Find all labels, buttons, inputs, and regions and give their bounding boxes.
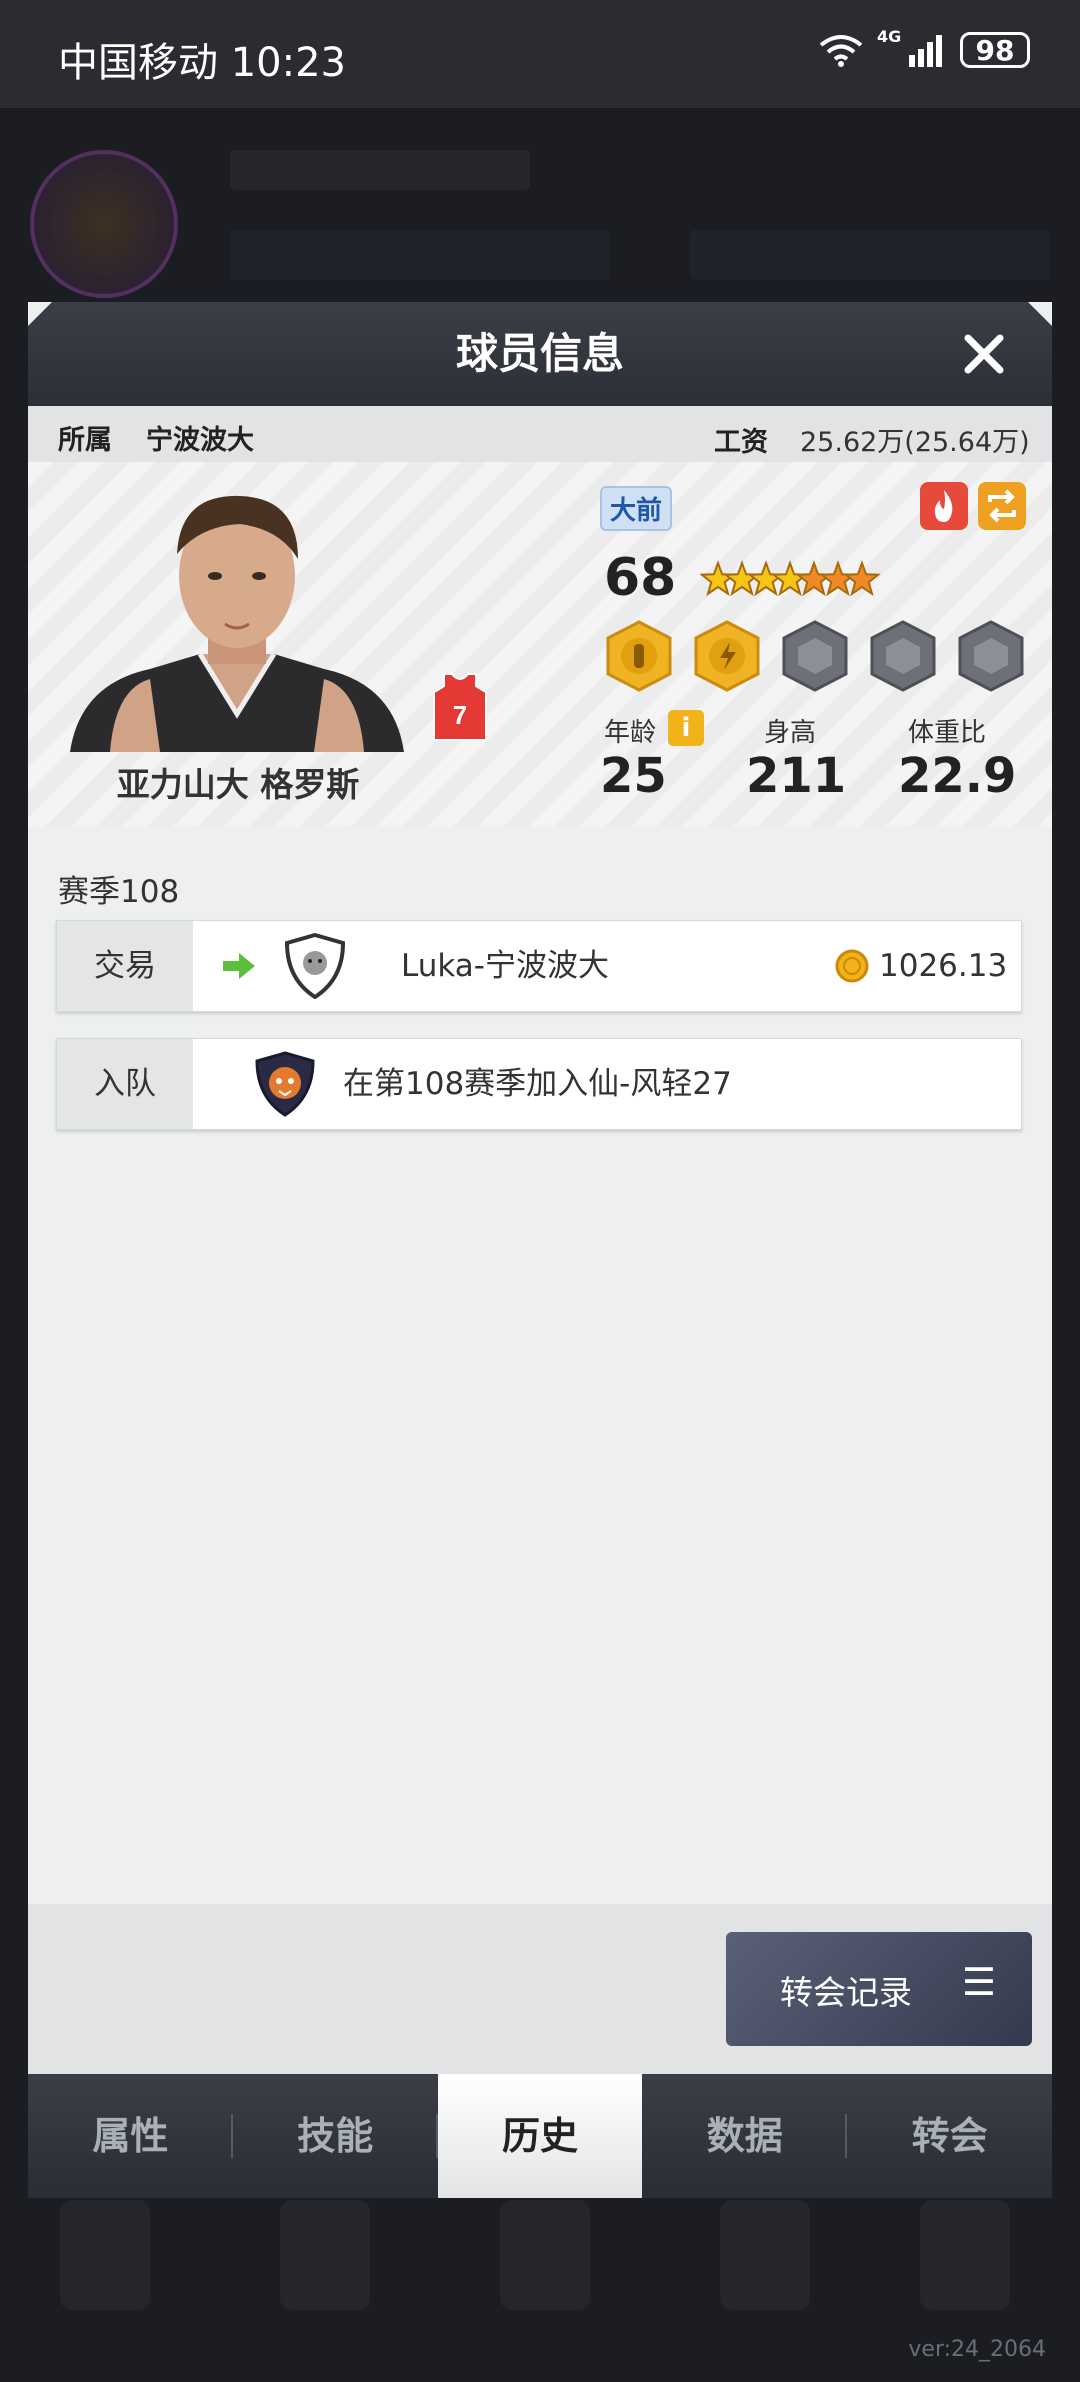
transfer-amount: 1026.13万	[879, 948, 1008, 1074]
close-button[interactable]	[958, 328, 1010, 380]
affiliation-label: 所属	[58, 425, 112, 456]
history-row: 入队 在第108赛季加入仙-风轻27	[56, 1038, 1022, 1130]
version-label: ver:24_2064	[908, 2337, 1046, 2362]
network-type: 4G	[877, 27, 902, 46]
locked-badge-icon	[958, 620, 1024, 692]
history-text: 在第108赛季加入仙-风轻27	[343, 1066, 732, 1102]
weight-ratio-label: 体重比	[908, 718, 987, 748]
arrow-right-icon	[223, 953, 255, 979]
team-logo	[30, 150, 178, 298]
player-portrait	[70, 495, 404, 752]
tab-history[interactable]: 历史	[437, 2074, 643, 2198]
nav-placeholder-2	[280, 2200, 370, 2310]
season-label: 赛季108	[58, 874, 180, 910]
battery-indicator: 98	[960, 32, 1030, 68]
weight-ratio-value: 22.9	[898, 748, 1017, 804]
skill-badges	[604, 620, 1026, 692]
status-icons: 4G 98	[819, 27, 1030, 68]
history-type: 入队	[57, 1039, 193, 1129]
salary-value: 25.62万(25.64万)	[800, 427, 1030, 458]
team-name-placeholder	[230, 150, 530, 190]
tab-transfer[interactable]: 转会	[847, 2074, 1052, 2198]
wifi-icon	[819, 35, 863, 67]
team-tiger-logo-icon	[255, 1051, 315, 1117]
jersey-icon: 7	[433, 673, 487, 741]
menu-icon: ☰	[961, 1960, 996, 2004]
gem-balance-bar	[690, 230, 1050, 280]
background-bottom-nav	[0, 2190, 1080, 2340]
tab-attributes[interactable]: 属性	[28, 2074, 233, 2198]
star-rating	[700, 560, 881, 597]
tab-bar: 属性 技能 历史 数据 转会	[28, 2074, 1052, 2198]
info-icon[interactable]: i	[668, 710, 704, 746]
player-card: 亚力山大 格罗斯 7 大前 68 年龄 i 身高 体重比 25 211 22.9	[28, 462, 1052, 827]
position-badge: 大前	[600, 486, 673, 531]
tab-skills[interactable]: 技能	[233, 2074, 438, 2198]
locked-badge-icon	[870, 620, 936, 692]
locked-badge-icon	[782, 620, 848, 692]
tab-data[interactable]: 数据	[642, 2074, 847, 2198]
signal-icon: 4G	[877, 27, 942, 67]
history-type: 交易	[57, 921, 193, 1011]
close-icon	[964, 334, 1004, 374]
transfer-record-label: 转会记录	[780, 1973, 912, 2012]
nav-placeholder-5	[920, 2200, 1010, 2310]
height-label: 身高	[764, 718, 817, 748]
overall-rating: 68	[604, 548, 677, 608]
team-shield-icon	[284, 933, 346, 999]
jersey-number: 7	[453, 700, 467, 730]
nav-placeholder-3	[500, 2200, 590, 2310]
status-carrier-time: 中国移动 10:23	[58, 40, 346, 86]
lightning-badge-icon	[694, 620, 760, 692]
coin-icon	[835, 949, 869, 983]
fire-icon[interactable]	[920, 482, 968, 530]
star-icon	[843, 560, 881, 597]
status-bar: 中国移动 10:23 4G 98	[0, 0, 1080, 108]
age-value: 25	[600, 748, 667, 804]
salary-label: 工资	[714, 427, 768, 458]
affiliation-team: 宁波波大	[146, 425, 254, 456]
history-row: 交易 Luka-宁波波大 1026.13万	[56, 920, 1022, 1074]
history-text: Luka-宁波波大	[401, 948, 609, 984]
transfer-record-button[interactable]: 转会记录 ☰	[726, 1932, 1032, 2046]
nav-placeholder-4	[720, 2200, 810, 2310]
affiliation-bar: 所属 宁波波大 工资 25.62万(25.64万)	[28, 406, 1052, 462]
coin-balance-bar	[230, 230, 610, 280]
swap-icon[interactable]	[978, 482, 1026, 530]
player-info-modal: 球员信息 所属 宁波波大 工资 25.62万(25.64万) 亚力山大 格罗斯 …	[28, 302, 1052, 2198]
age-label: 年龄	[604, 718, 657, 748]
modal-title: 球员信息	[455, 329, 624, 378]
battery-level: 98	[975, 33, 1015, 67]
player-name: 亚力山大 格罗斯	[116, 765, 360, 804]
height-value: 211	[746, 748, 847, 804]
nav-placeholder-1	[60, 2200, 150, 2310]
active-skill-badge-icon	[606, 620, 672, 692]
